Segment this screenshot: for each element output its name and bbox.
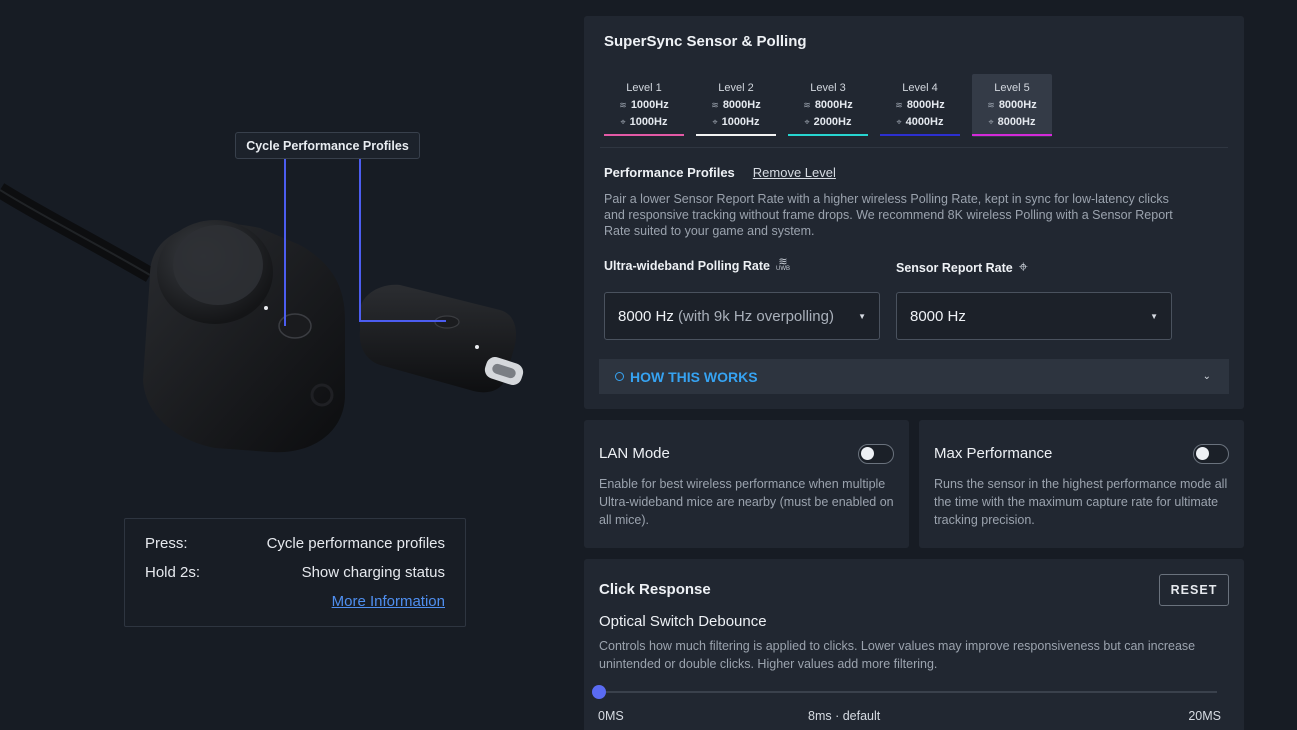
level-sensor: 1000Hz xyxy=(629,116,668,128)
wifi-icon: ≋ xyxy=(987,100,995,110)
lan-mode-toggle[interactable] xyxy=(858,444,894,464)
how-this-works-expander[interactable]: HOW THIS WORKS ⌄ xyxy=(599,359,1229,394)
crosshair-icon: ⌖ xyxy=(804,117,810,127)
sensor-rate-select[interactable]: 8000 Hz ▼ xyxy=(896,292,1172,340)
crosshair-icon: ⌖ xyxy=(620,117,626,127)
level-polling: 1000Hz xyxy=(630,99,669,111)
level-card-5[interactable]: Level 5 ≋ 8000Hz ⌖ 8000Hz xyxy=(972,74,1052,137)
slider-min-label: 0MS xyxy=(598,709,624,723)
uwb-icon: ≋ UWB xyxy=(776,256,790,273)
level-name: Level 5 xyxy=(994,82,1030,94)
callout-line-dongle-h xyxy=(359,320,446,322)
info-key: Hold 2s: xyxy=(145,564,201,581)
crosshair-icon: ⌖ xyxy=(1018,259,1028,276)
debounce-slider-thumb[interactable] xyxy=(592,685,606,699)
level-card-3[interactable]: Level 3 ≋ 8000Hz ⌖ 2000Hz xyxy=(788,74,868,137)
info-value: Show charging status xyxy=(301,564,445,581)
sensor-rate-label: Sensor Report Rate xyxy=(896,261,1013,275)
how-this-works-label: HOW THIS WORKS xyxy=(630,368,758,385)
level-name: Level 2 xyxy=(718,82,754,94)
slider-default-label: 8ms · default xyxy=(808,709,881,723)
level-color-bar xyxy=(972,134,1052,136)
level-polling: 8000Hz xyxy=(722,99,761,111)
wifi-icon: ≋ xyxy=(803,100,811,110)
crosshair-icon: ⌖ xyxy=(712,117,718,127)
lan-mode-panel: LAN Mode Enable for best wireless perfor… xyxy=(584,420,909,548)
device-illustration: Cycle Performance Profiles Press: Cycle … xyxy=(0,0,570,730)
performance-profiles-label: Performance Profiles xyxy=(604,165,735,180)
remove-level-link[interactable]: Remove Level xyxy=(753,165,836,180)
polling-rate-select[interactable]: 8000 Hz (with 9k Hz overpolling) ▼ xyxy=(604,292,880,340)
level-sensor: 8000Hz xyxy=(997,116,1036,128)
info-key: Press: xyxy=(145,535,188,552)
max-performance-toggle[interactable] xyxy=(1193,444,1229,464)
dropdown-arrow-icon: ▼ xyxy=(858,311,866,321)
callout-line-device xyxy=(284,158,286,326)
performance-profiles-description: Pair a lower Sensor Report Rate with a h… xyxy=(604,192,1173,238)
level-color-bar xyxy=(604,134,684,136)
click-response-panel: Click Response RESET Optical Switch Debo… xyxy=(584,559,1244,730)
level-card-2[interactable]: Level 2 ≋ 8000Hz ⌖ 1000Hz xyxy=(696,74,776,137)
lan-mode-description: Enable for best wireless performance whe… xyxy=(599,477,894,527)
level-card-4[interactable]: Level 4 ≋ 8000Hz ⌖ 4000Hz xyxy=(880,74,960,137)
wifi-icon: ≋ xyxy=(895,100,903,110)
crosshair-icon: ⌖ xyxy=(988,117,994,127)
level-color-bar xyxy=(696,134,776,136)
polling-rate-label: Ultra-wideband Polling Rate xyxy=(604,259,770,273)
level-sensor: 1000Hz xyxy=(721,116,760,128)
level-list: Level 1 ≋ 1000Hz ⌖ 1000Hz Level 2 ≋ 8000Hz … xyxy=(604,74,1052,137)
reset-button[interactable]: RESET xyxy=(1159,574,1229,606)
level-sensor: 2000Hz xyxy=(813,116,852,128)
debounce-title: Optical Switch Debounce xyxy=(599,613,767,630)
divider xyxy=(600,147,1228,148)
crosshair-icon: ⌖ xyxy=(896,117,902,127)
info-value: Cycle performance profiles xyxy=(266,535,445,552)
level-name: Level 1 xyxy=(626,82,662,94)
level-card-1[interactable]: Level 1 ≋ 1000Hz ⌖ 1000Hz xyxy=(604,74,684,137)
sensor-rate-value: 8000 Hz xyxy=(910,307,966,325)
level-polling: 8000Hz xyxy=(814,99,853,111)
info-circle-icon xyxy=(615,372,624,381)
dropdown-arrow-icon: ▼ xyxy=(1150,311,1158,321)
level-name: Level 4 xyxy=(902,82,938,94)
callout-line-dongle xyxy=(359,158,361,322)
callout-label: Cycle Performance Profiles xyxy=(235,132,420,159)
polling-rate-suffix: (with 9k Hz overpolling) xyxy=(678,307,834,325)
toggle-knob xyxy=(1196,447,1209,460)
debounce-description: Controls how much filtering is applied t… xyxy=(599,639,1196,671)
level-sensor: 4000Hz xyxy=(905,116,944,128)
panel-title: SuperSync Sensor & Polling xyxy=(604,33,807,50)
button-info-box: Press: Cycle performance profiles Hold 2… xyxy=(124,518,466,627)
sensor-polling-panel: SuperSync Sensor & Polling Level 1 ≋ 1000… xyxy=(584,16,1244,409)
max-performance-description: Runs the sensor in the highest performan… xyxy=(934,477,1228,527)
polling-rate-value: 8000 Hz xyxy=(618,307,674,325)
max-performance-panel: Max Performance Runs the sensor in the h… xyxy=(919,420,1244,548)
toggle-knob xyxy=(861,447,874,460)
slider-max-label: 20MS xyxy=(1188,709,1221,723)
wifi-icon: ≋ xyxy=(619,100,627,110)
info-row-press: Press: Cycle performance profiles xyxy=(145,535,445,564)
chevron-down-icon: ⌄ xyxy=(1202,371,1211,382)
debounce-slider-track[interactable] xyxy=(599,691,1217,693)
wifi-icon: ≋ xyxy=(711,100,719,110)
lan-mode-title: LAN Mode xyxy=(599,445,670,462)
info-row-hold: Hold 2s: Show charging status xyxy=(145,564,445,593)
level-polling: 8000Hz xyxy=(998,99,1037,111)
level-polling: 8000Hz xyxy=(906,99,945,111)
more-information-link[interactable]: More Information xyxy=(332,593,445,610)
level-name: Level 3 xyxy=(810,82,846,94)
level-color-bar xyxy=(788,134,868,136)
max-performance-title: Max Performance xyxy=(934,445,1053,462)
click-response-title: Click Response xyxy=(599,581,711,598)
level-color-bar xyxy=(880,134,960,136)
